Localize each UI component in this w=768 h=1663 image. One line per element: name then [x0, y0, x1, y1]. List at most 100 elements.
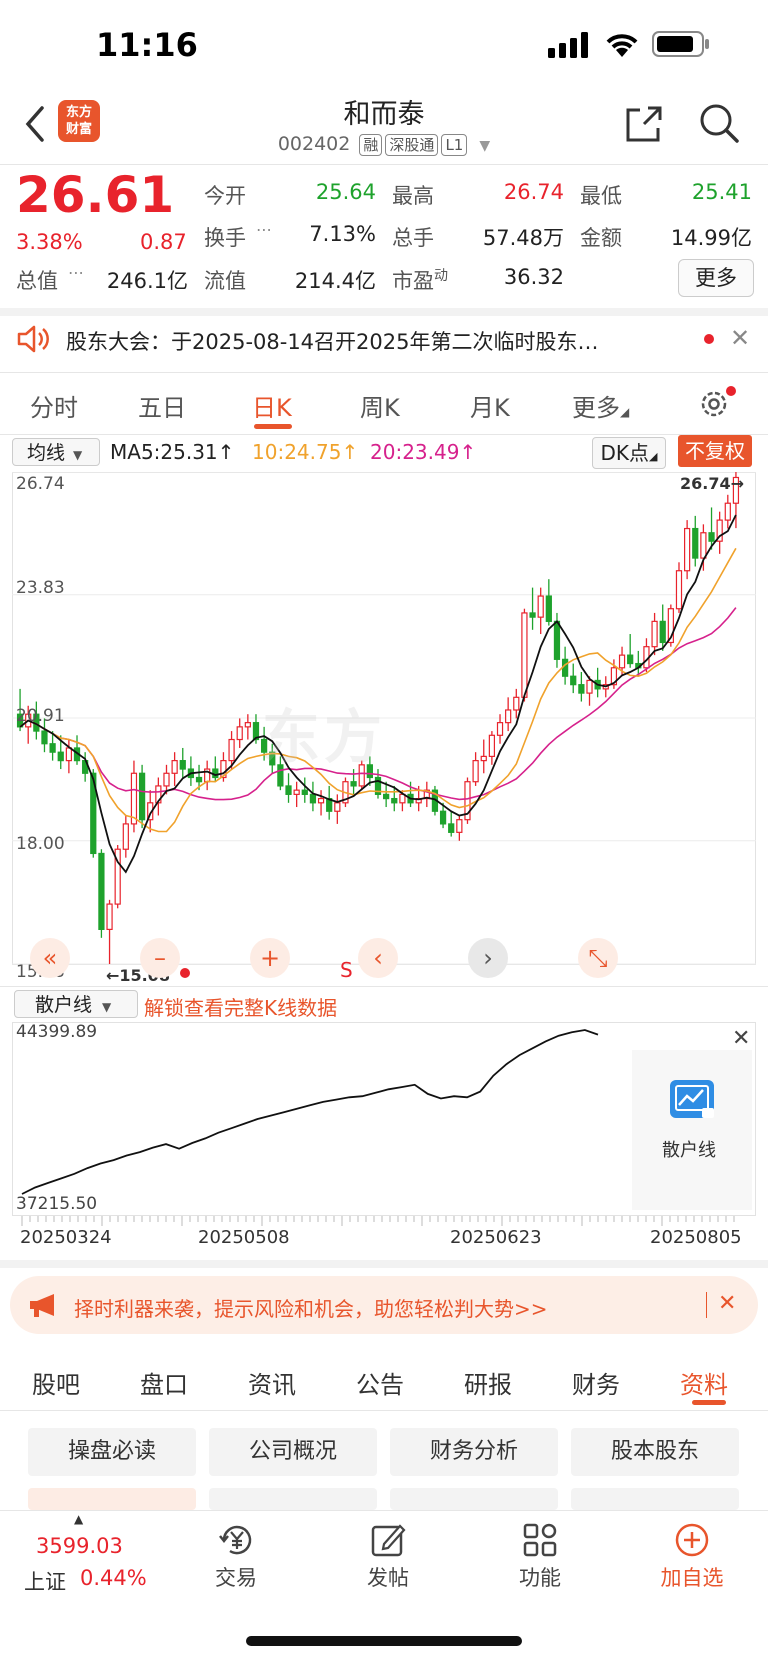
sanhu-y-bottom: 37215.50	[16, 1194, 98, 1214]
candle	[334, 802, 341, 812]
ma-select[interactable]: 均线 ▼	[12, 438, 100, 466]
last-price: 26.61	[16, 166, 175, 224]
prev-button[interactable]: ‹	[358, 938, 398, 978]
unlock-link[interactable]: 解锁查看完整K线数据	[144, 992, 337, 1021]
tab-more[interactable]: 更多◢	[572, 388, 629, 423]
notice-text[interactable]: 股东大会：于2025-08-14召开2025年第二次临时股东…	[66, 326, 598, 356]
tab-daily-k[interactable]: 日K	[252, 388, 292, 423]
home-indicator	[246, 1636, 522, 1646]
candle	[171, 760, 178, 774]
nav-features[interactable]: 功能	[490, 1562, 590, 1592]
y-tick-label: 20.91	[16, 706, 65, 726]
candle	[106, 903, 113, 930]
plus-circle-icon[interactable]	[674, 1522, 710, 1558]
sell-marker: S	[340, 958, 353, 982]
candle	[65, 747, 72, 762]
close-icon[interactable]: ✕	[730, 324, 750, 352]
wifi-icon	[606, 34, 638, 57]
nav-post[interactable]: 发帖	[338, 1562, 438, 1592]
candle	[561, 658, 569, 677]
caret-up-icon[interactable]: ▲	[74, 1512, 83, 1526]
tab-news[interactable]: 资讯	[248, 1365, 296, 1400]
sanhu-close-icon[interactable]: ✕	[732, 1026, 750, 1051]
candle	[521, 612, 528, 698]
candle	[309, 793, 317, 804]
zoom-out-button[interactable]: –	[140, 938, 180, 978]
nav-trade[interactable]: 交易	[186, 1562, 286, 1592]
candle	[578, 684, 585, 694]
caret-down-icon[interactable]: ▼	[479, 138, 490, 154]
candle	[57, 751, 64, 762]
sanhu-card[interactable]	[632, 1050, 752, 1210]
grid-button[interactable]: 财务分析	[390, 1428, 558, 1476]
sanhu-y-top: 44399.89	[16, 1022, 98, 1042]
stock-code: 002402	[277, 133, 351, 155]
tab-pankou[interactable]: 盘口	[140, 1365, 188, 1400]
high-label: 最高	[392, 184, 434, 208]
tag-connect: 深股通	[385, 134, 439, 156]
tab-guba[interactable]: 股吧	[32, 1365, 80, 1400]
fullscreen-button[interactable]: ⤡	[578, 938, 618, 978]
ma20-value: 20:23.49↑	[370, 440, 477, 464]
next-button[interactable]: ›	[468, 938, 508, 978]
candle	[350, 781, 357, 787]
candle	[553, 620, 561, 660]
tab-intraday[interactable]: 分时	[30, 388, 78, 423]
tab-monthly-k[interactable]: 月K	[470, 388, 510, 423]
candle	[675, 570, 683, 610]
float-value: 214.4亿	[294, 269, 376, 293]
tab-weekly-k[interactable]: 周K	[360, 388, 400, 423]
grid-button[interactable]: 股本股东	[571, 1428, 739, 1476]
nav-add-watchlist[interactable]: 加自选	[642, 1562, 742, 1592]
ma5-value: MA5:25.31↑	[110, 440, 235, 464]
index-name[interactable]: 上证	[24, 1566, 66, 1596]
signal-icon	[548, 32, 588, 58]
dk-button[interactable]: DK点◢	[592, 437, 666, 469]
mktcap-label: 总值	[16, 269, 58, 293]
tab-finance[interactable]: 财务	[572, 1365, 620, 1400]
grid-button[interactable]: 公司概况	[209, 1428, 377, 1476]
candle	[659, 620, 666, 644]
low-value: 25.41	[691, 180, 752, 204]
min-dot	[180, 968, 190, 978]
tab-research[interactable]: 研报	[464, 1365, 512, 1400]
candle	[317, 797, 325, 804]
candle	[456, 819, 463, 833]
search-icon[interactable]	[698, 102, 740, 144]
index-value[interactable]: 3599.03	[36, 1534, 123, 1558]
grid-button[interactable]: 操盘必读	[28, 1428, 196, 1476]
x-date-label: 20250508	[198, 1227, 290, 1248]
grid-row-peek	[390, 1488, 558, 1510]
index-change[interactable]: 0.44%	[80, 1566, 147, 1590]
promo-text[interactable]: 择时利器来袭，提示风险和机会，助您轻松判大势>>	[74, 1293, 548, 1322]
info-icon[interactable]: ⋯	[68, 263, 84, 282]
grid-icon[interactable]	[522, 1522, 558, 1558]
candle	[472, 760, 479, 783]
scroll-left-button[interactable]: «	[30, 938, 70, 978]
more-button[interactable]: 更多	[678, 259, 754, 297]
candle	[586, 679, 593, 694]
candle	[684, 527, 691, 572]
x-date-label: 20250805	[650, 1227, 742, 1248]
mktcap-value: 246.1亿	[106, 269, 188, 293]
edit-icon[interactable]	[370, 1522, 406, 1558]
sanhu-line	[21, 1029, 599, 1195]
no-adjust-button[interactable]: 不复权	[678, 435, 752, 467]
candle	[236, 726, 243, 741]
candle	[700, 532, 707, 559]
candle	[41, 730, 48, 745]
tab-profile[interactable]: 资料	[680, 1365, 728, 1400]
indicator-select[interactable]: 散户线 ▼	[14, 990, 138, 1018]
zoom-in-button[interactable]: +	[250, 938, 290, 978]
info-icon[interactable]: ⋯	[256, 220, 272, 239]
tab-underline	[254, 424, 292, 429]
share-icon[interactable]	[624, 104, 664, 144]
tag-level: L1	[441, 134, 468, 156]
candle	[708, 532, 715, 542]
tab-five-day[interactable]: 五日	[138, 388, 186, 423]
tab-announcements[interactable]: 公告	[356, 1365, 404, 1400]
promo-separator	[706, 1292, 707, 1318]
candle	[383, 793, 390, 800]
yen-icon[interactable]	[218, 1522, 256, 1558]
promo-close-icon[interactable]: ✕	[718, 1291, 736, 1316]
